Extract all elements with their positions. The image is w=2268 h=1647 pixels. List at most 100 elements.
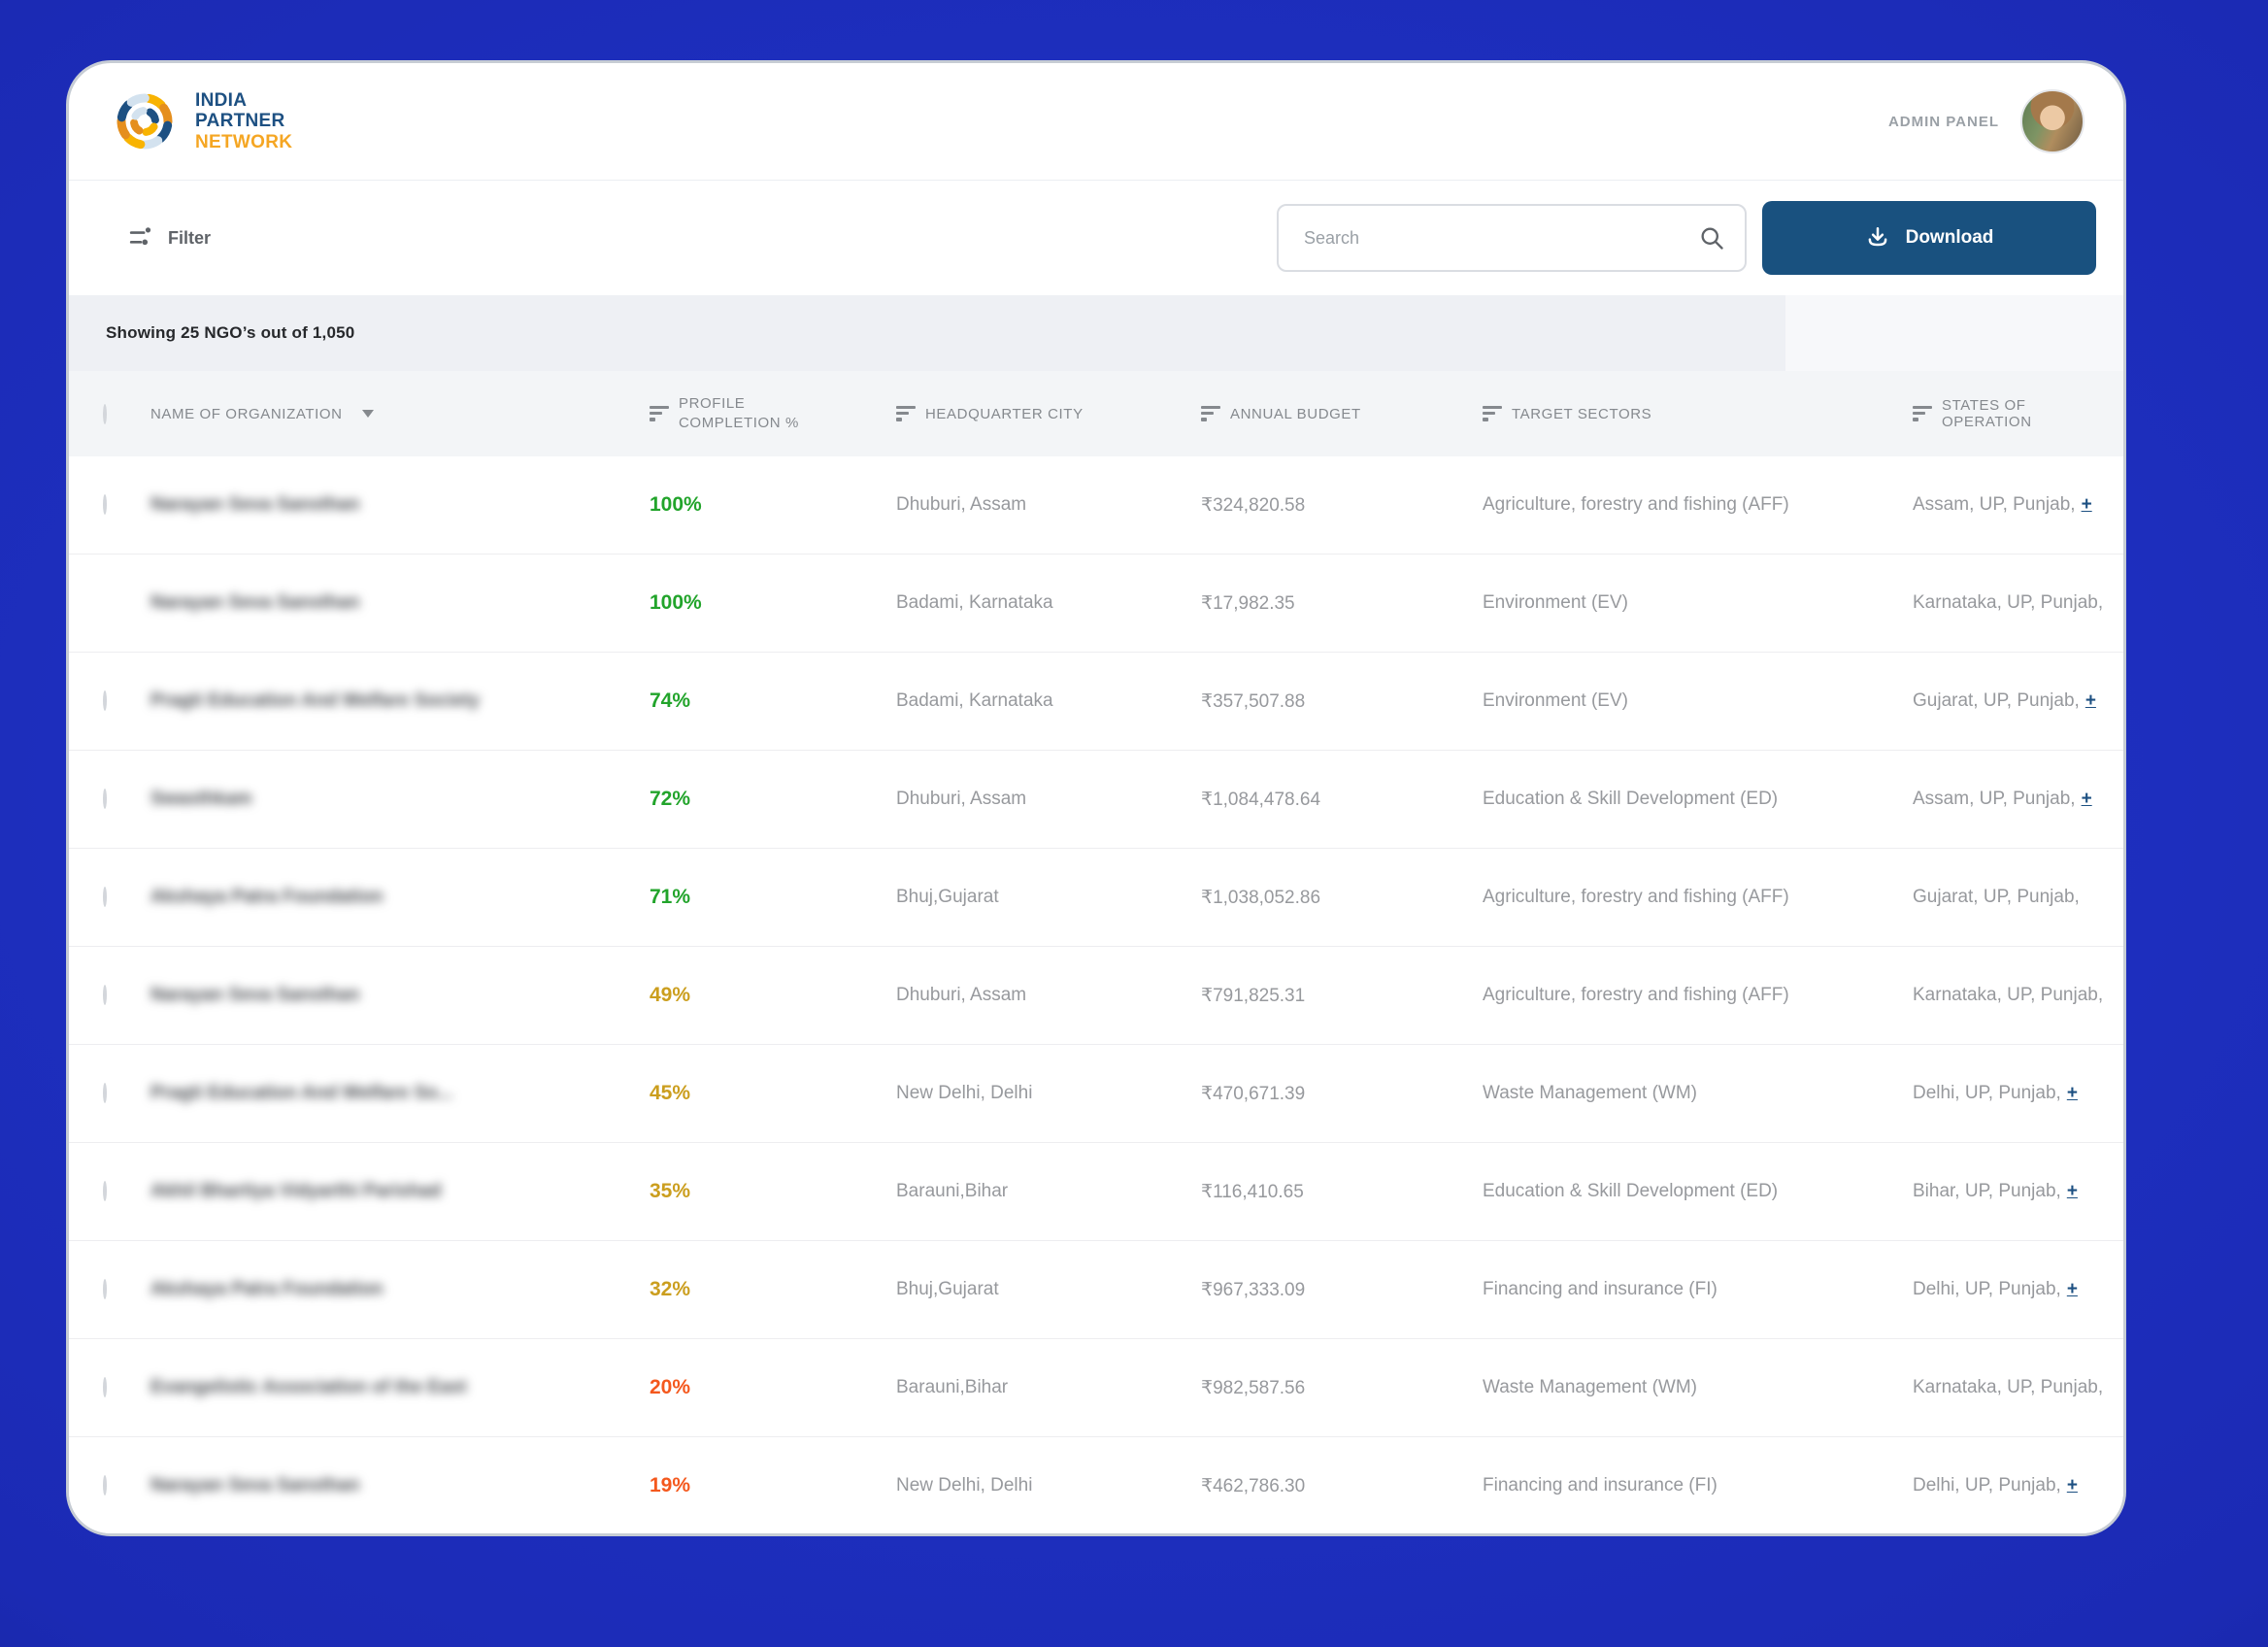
headquarter-city: New Delhi, Delhi <box>896 1475 1201 1496</box>
target-sector: Financing and insurance (FI) <box>1483 1475 1913 1496</box>
download-button[interactable]: Download <box>1762 201 2096 275</box>
annual-budget: ₹982,587.56 <box>1201 1377 1483 1399</box>
headquarter-city: Bhuj,Gujarat <box>896 1279 1201 1300</box>
target-sector: Environment (EV) <box>1483 592 1913 614</box>
filter-list-icon[interactable] <box>1913 406 1932 421</box>
row-radio[interactable] <box>103 690 107 711</box>
headquarter-city: New Delhi, Delhi <box>896 1083 1201 1104</box>
states-text: Gujarat, UP, Punjab, <box>1913 690 2080 711</box>
select-all-checkbox[interactable] <box>103 404 107 424</box>
target-sector: Waste Management (WM) <box>1483 1083 1913 1104</box>
states-text: Assam, UP, Punjab, <box>1913 494 2076 515</box>
profile-completion: 71% <box>650 886 896 909</box>
row-radio[interactable] <box>103 887 107 907</box>
filter-button[interactable]: Filter <box>129 225 211 251</box>
annual-budget: ₹462,786.30 <box>1201 1475 1483 1497</box>
table-row[interactable]: Narayan Seva Sansthan 100% Dhuburi, Assa… <box>69 456 2123 554</box>
table-body: Narayan Seva Sansthan 100% Dhuburi, Assa… <box>69 456 2123 1534</box>
app-logo: INDIA PARTNER NETWORK <box>110 86 292 156</box>
profile-completion: 74% <box>650 689 896 713</box>
states-text: Assam, UP, Punjab, <box>1913 789 2076 809</box>
row-radio[interactable] <box>103 985 107 1005</box>
user-avatar[interactable] <box>2020 89 2085 153</box>
headquarter-city: Badami, Karnataka <box>896 690 1201 712</box>
states-text: Gujarat, UP, Punjab, <box>1913 887 2080 907</box>
states-of-operation: Bihar, UP, Punjab, + <box>1913 1181 2123 1202</box>
table-row[interactable]: Akshaya Patra Foundation 71% Bhuj,Gujara… <box>69 848 2123 946</box>
column-header-states[interactable]: STATES OF OPERATION <box>1913 397 2123 430</box>
column-header-budget[interactable]: ANNUAL BUDGET <box>1201 406 1483 422</box>
table-row[interactable]: Narayan Seva Sansthan 49% Dhuburi, Assam… <box>69 946 2123 1044</box>
toolbar: Filter Download <box>69 181 2123 295</box>
logo-line-2: PARTNER <box>195 111 292 131</box>
profile-completion: 45% <box>650 1082 896 1105</box>
column-header-completion[interactable]: PROFILE COMPLETION % <box>650 394 896 434</box>
states-more-link[interactable]: + <box>2085 690 2096 711</box>
target-sector: Agriculture, forestry and fishing (AFF) <box>1483 985 1913 1006</box>
table-row[interactable]: Narayan Seva Sansthan 100% Badami, Karna… <box>69 554 2123 652</box>
summary-band: Showing 25 NGO’s out of 1,050 <box>69 295 2123 371</box>
row-radio[interactable] <box>103 1377 107 1397</box>
row-radio[interactable] <box>103 1475 107 1496</box>
table-row[interactable]: Evangelistic Association of the East 20%… <box>69 1338 2123 1436</box>
org-name: Akhil Bhartiya Vidyarthi Parishad <box>150 1181 650 1202</box>
filter-list-icon[interactable] <box>896 406 916 421</box>
profile-completion: 32% <box>650 1278 896 1301</box>
admin-panel-label: ADMIN PANEL <box>1888 114 1999 130</box>
target-sector: Agriculture, forestry and fishing (AFF) <box>1483 887 1913 908</box>
column-header-name[interactable]: NAME OF ORGANIZATION <box>150 406 650 422</box>
states-of-operation: Gujarat, UP, Punjab, <box>1913 887 2123 908</box>
row-radio[interactable] <box>103 1181 107 1201</box>
search-icon[interactable] <box>1698 224 1725 252</box>
target-sector: Agriculture, forestry and fishing (AFF) <box>1483 494 1913 516</box>
headquarter-city: Dhuburi, Assam <box>896 494 1201 516</box>
row-radio[interactable] <box>103 1083 107 1103</box>
states-more-link[interactable]: + <box>2082 789 2092 809</box>
table-row[interactable]: Akhil Bhartiya Vidyarthi Parishad 35% Ba… <box>69 1142 2123 1240</box>
filter-list-icon[interactable] <box>1483 406 1502 421</box>
target-sector: Financing and insurance (FI) <box>1483 1279 1913 1300</box>
org-name: Akshaya Patra Foundation <box>150 1279 650 1300</box>
column-label: ANNUAL BUDGET <box>1230 406 1361 422</box>
summary-text: Showing 25 NGO’s out of 1,050 <box>106 323 354 343</box>
column-label: TARGET SECTORS <box>1512 406 1651 422</box>
logo-mark-icon <box>110 86 180 156</box>
org-name: Akshaya Patra Foundation <box>150 887 650 908</box>
column-label: NAME OF ORGANIZATION <box>150 406 343 422</box>
column-header-city[interactable]: HEADQUARTER CITY <box>896 406 1201 422</box>
row-radio[interactable] <box>103 789 107 809</box>
table-row[interactable]: Swasthkam 72% Dhuburi, Assam ₹1,084,478.… <box>69 750 2123 848</box>
column-label: HEADQUARTER CITY <box>925 406 1084 422</box>
sort-caret-icon[interactable] <box>362 410 374 418</box>
row-radio[interactable] <box>103 1279 107 1299</box>
states-of-operation: Karnataka, UP, Punjab, <box>1913 1377 2123 1398</box>
table-row[interactable]: Akshaya Patra Foundation 32% Bhuj,Gujara… <box>69 1240 2123 1338</box>
filter-tune-icon <box>129 225 154 251</box>
states-of-operation: Karnataka, UP, Punjab, <box>1913 985 2123 1006</box>
annual-budget: ₹324,820.58 <box>1201 494 1483 517</box>
target-sector: Education & Skill Development (ED) <box>1483 789 1913 810</box>
table-row[interactable]: Pragti Education And Welfare Society 74%… <box>69 652 2123 750</box>
annual-budget: ₹470,671.39 <box>1201 1083 1483 1105</box>
column-label: STATES OF OPERATION <box>1942 397 2112 430</box>
states-text: Delhi, UP, Punjab, <box>1913 1279 2061 1299</box>
download-label: Download <box>1906 227 1994 249</box>
table-row[interactable]: Pragti Education And Welfare So... 45% N… <box>69 1044 2123 1142</box>
filter-list-icon[interactable] <box>650 406 669 421</box>
states-of-operation: Assam, UP, Punjab, + <box>1913 494 2123 516</box>
states-more-link[interactable]: + <box>2067 1181 2078 1201</box>
column-header-sectors[interactable]: TARGET SECTORS <box>1483 406 1913 422</box>
states-text: Bihar, UP, Punjab, <box>1913 1181 2061 1201</box>
logo-wordmark: INDIA PARTNER NETWORK <box>195 90 292 152</box>
states-more-link[interactable]: + <box>2082 494 2092 515</box>
search-input[interactable] <box>1302 227 1698 250</box>
states-more-link[interactable]: + <box>2067 1083 2078 1103</box>
states-more-link[interactable]: + <box>2067 1279 2078 1299</box>
states-text: Karnataka, UP, Punjab, <box>1913 985 2103 1005</box>
row-radio[interactable] <box>103 494 107 515</box>
filter-list-icon[interactable] <box>1201 406 1220 421</box>
target-sector: Education & Skill Development (ED) <box>1483 1181 1913 1202</box>
table-row[interactable]: Narayan Seva Sansthan 19% New Delhi, Del… <box>69 1436 2123 1534</box>
states-more-link[interactable]: + <box>2067 1475 2078 1496</box>
org-name: Swasthkam <box>150 789 650 810</box>
